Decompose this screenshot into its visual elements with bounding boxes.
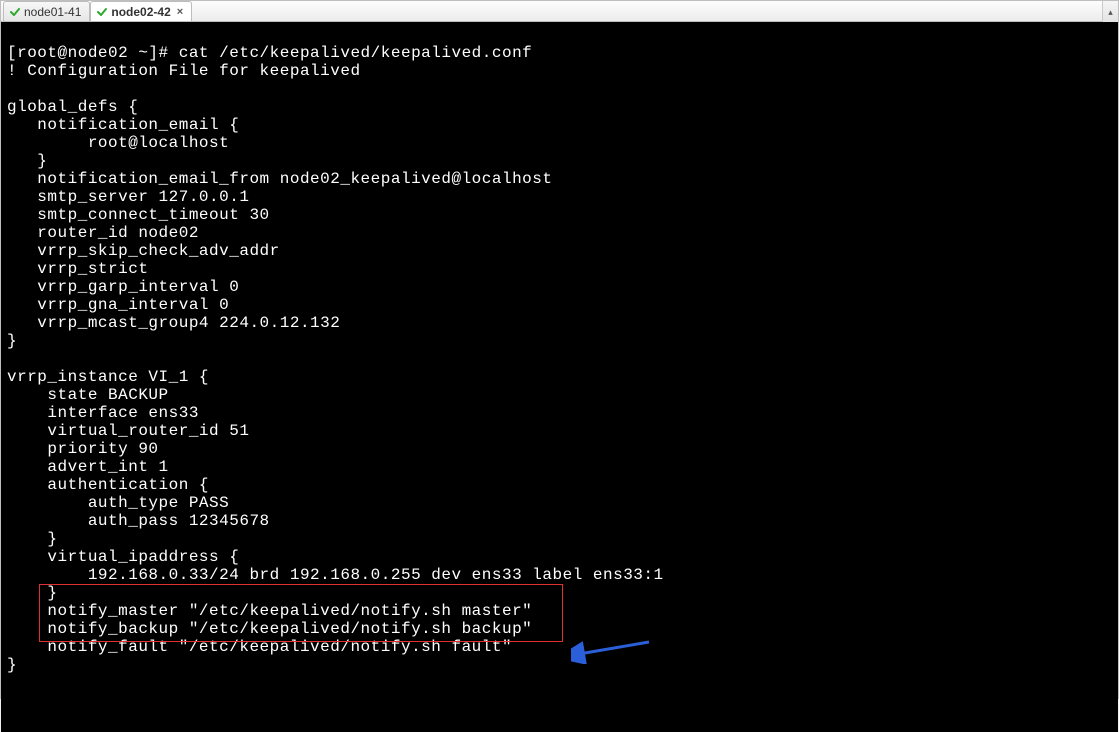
terminal-line: notify_backup "/etc/keepalived/notify.sh… xyxy=(7,620,532,638)
tab-label: node02-42 xyxy=(111,5,170,19)
terminal-line: } xyxy=(7,152,47,170)
terminal-line: interface ens33 xyxy=(7,404,199,422)
terminal-line: global_defs { xyxy=(7,98,138,116)
terminal-line: notification_email { xyxy=(7,116,239,134)
tab-scroll-up[interactable]: ▴ xyxy=(1102,1,1118,23)
tab-node02-42[interactable]: node02-42 × xyxy=(90,1,192,21)
terminal-line: priority 90 xyxy=(7,440,159,458)
terminal-line: vrrp_mcast_group4 224.0.12.132 xyxy=(7,314,340,332)
app-window: node01-41 node02-42 × ▴ [root@node02 ~]#… xyxy=(0,0,1119,699)
terminal-line: vrrp_strict xyxy=(7,260,148,278)
chevron-up-icon: ▴ xyxy=(1108,7,1113,18)
terminal-line: vrrp_instance VI_1 { xyxy=(7,368,209,386)
terminal-line: authentication { xyxy=(7,476,209,494)
terminal-line: } xyxy=(7,530,58,548)
terminal-line: virtual_router_id 51 xyxy=(7,422,249,440)
terminal-line: [root@node02 ~]# cat /etc/keepalived/kee… xyxy=(7,44,532,62)
tab-bar: node01-41 node02-42 × ▴ xyxy=(1,1,1118,22)
terminal-line: notify_master "/etc/keepalived/notify.sh… xyxy=(7,602,532,620)
terminal-line: 192.168.0.33/24 brd 192.168.0.255 dev en… xyxy=(7,566,664,584)
terminal-line: router_id node02 xyxy=(7,224,199,242)
tab-label: node01-41 xyxy=(24,5,81,19)
terminal-line: vrrp_skip_check_adv_addr xyxy=(7,242,280,260)
terminal[interactable]: [root@node02 ~]# cat /etc/keepalived/kee… xyxy=(1,22,1118,732)
terminal-line: } xyxy=(7,332,17,350)
terminal-line: state BACKUP xyxy=(7,386,169,404)
check-icon xyxy=(97,7,107,17)
terminal-line: root@localhost xyxy=(7,134,229,152)
terminal-line: advert_int 1 xyxy=(7,458,169,476)
check-icon xyxy=(10,7,20,17)
terminal-line: ! Configuration File for keepalived xyxy=(7,62,361,80)
terminal-line: virtual_ipaddress { xyxy=(7,548,239,566)
close-icon[interactable]: × xyxy=(177,6,183,18)
terminal-line: } xyxy=(7,584,58,602)
terminal-line: vrrp_garp_interval 0 xyxy=(7,278,239,296)
terminal-line: notify_fault "/etc/keepalived/notify.sh … xyxy=(7,638,512,656)
terminal-line: smtp_connect_timeout 30 xyxy=(7,206,270,224)
terminal-line: vrrp_gna_interval 0 xyxy=(7,296,229,314)
terminal-line: notification_email_from node02_keepalive… xyxy=(7,170,552,188)
terminal-line: auth_pass 12345678 xyxy=(7,512,270,530)
arrow-annotation xyxy=(571,598,651,700)
terminal-line: smtp_server 127.0.0.1 xyxy=(7,188,249,206)
terminal-line: auth_type PASS xyxy=(7,494,229,512)
tab-node01-41[interactable]: node01-41 xyxy=(3,1,90,21)
terminal-line: } xyxy=(7,656,17,674)
